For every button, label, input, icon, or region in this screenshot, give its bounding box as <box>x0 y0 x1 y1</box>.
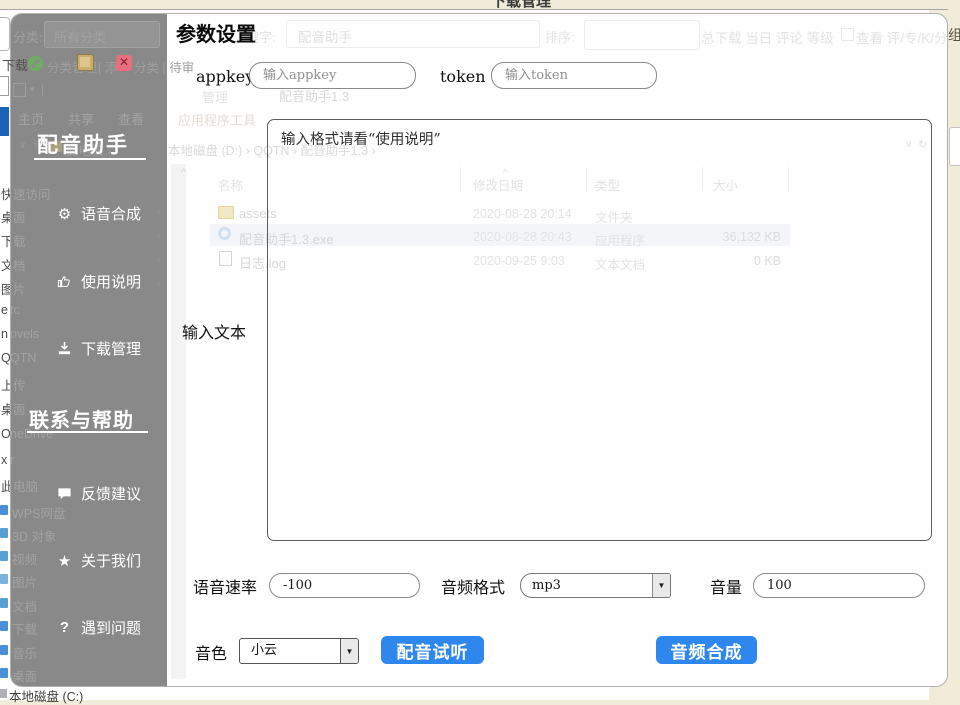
appkey-input[interactable]: 输入appkey <box>249 62 416 89</box>
volume-input[interactable]: 100 <box>753 573 925 598</box>
voice-select[interactable]: 小云 ▼ <box>239 638 359 664</box>
format-label: 音频格式 <box>441 574 505 598</box>
star-icon: ★ <box>56 552 73 569</box>
rate-input[interactable]: -100 <box>269 573 420 598</box>
thumbs-up-icon <box>56 273 73 290</box>
speech-bubble-icon <box>56 485 73 502</box>
input-text-label: 输入文本 <box>182 319 246 343</box>
sidebar-item-about-us[interactable]: ★ 关于我们 <box>56 550 141 571</box>
rate-label: 语音速率 <box>193 574 257 598</box>
page-title: 参数设置 <box>176 18 256 47</box>
download-link[interactable]: 下载 <box>2 55 28 74</box>
sidebar-item-instructions[interactable]: 使用说明 <box>56 271 141 292</box>
sidebar-section-title: 联系与帮助 <box>29 404 134 433</box>
voice-label: 音色 <box>195 640 227 664</box>
download-icon <box>56 340 73 357</box>
text-input-area[interactable]: 输入格式请看“使用说明” <box>267 119 932 541</box>
sidebar-item-problems[interactable]: ? 遇到问题 <box>56 617 141 638</box>
section-underline <box>27 431 148 433</box>
format-select[interactable]: mp3 ▼ <box>520 573 671 598</box>
preview-button[interactable]: 配音试听 <box>381 636 484 664</box>
app-title: 配音助手 <box>37 129 129 159</box>
volume-label: 音量 <box>710 574 742 598</box>
appkey-label: appkey <box>196 67 254 86</box>
sidebar-item-feedback[interactable]: 反馈建议 <box>56 483 141 504</box>
token-label: token <box>440 67 486 86</box>
textarea-placeholder: 输入格式请看“使用说明” <box>268 120 931 149</box>
chevron-down-icon[interactable]: ▼ <box>652 574 670 597</box>
title-underline <box>34 158 146 160</box>
sidebar-item-speech-synthesis[interactable]: ⚙ 语音合成 <box>56 203 141 224</box>
question-mark-icon: ? <box>56 619 73 636</box>
synthesize-button[interactable]: 音频合成 <box>656 636 757 664</box>
sidebar-item-download-manager[interactable]: 下载管理 <box>56 338 141 359</box>
token-input[interactable]: 输入token <box>491 62 657 89</box>
chevron-down-icon[interactable]: ▼ <box>340 639 358 663</box>
gear-icon: ⚙ <box>56 205 73 222</box>
